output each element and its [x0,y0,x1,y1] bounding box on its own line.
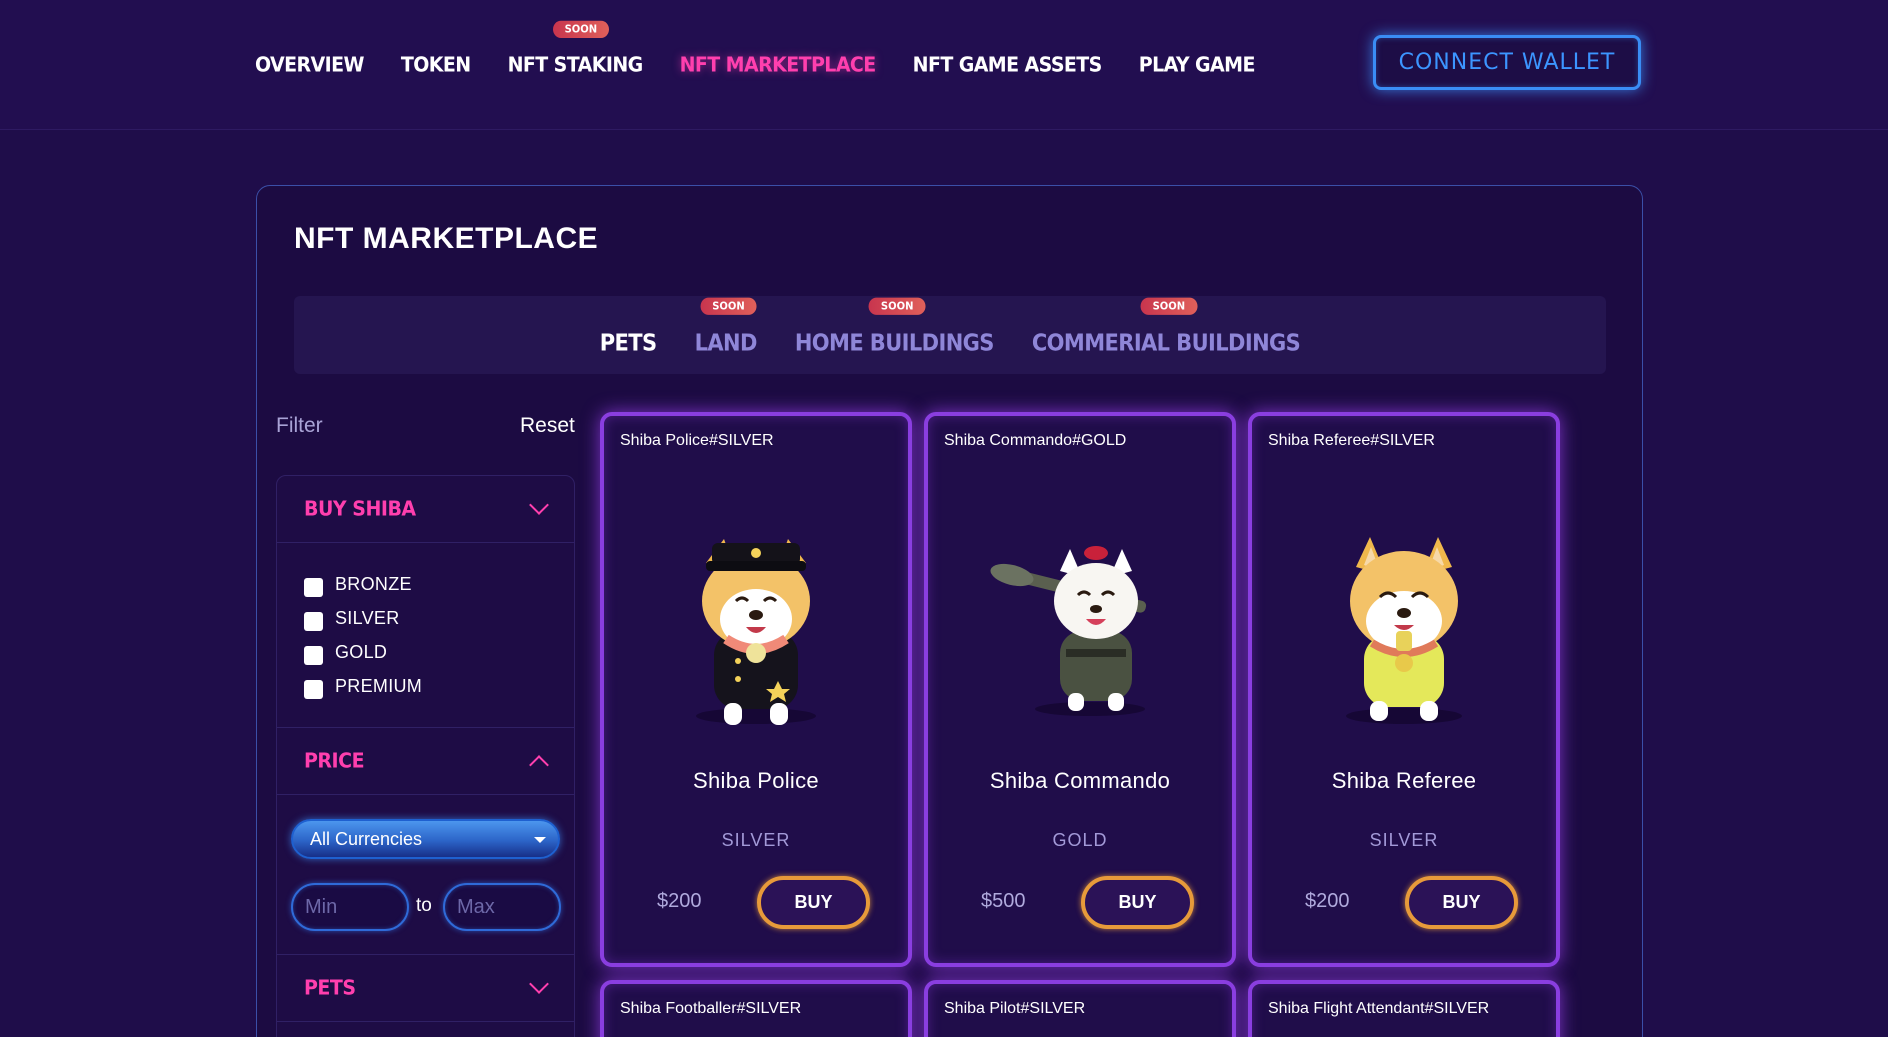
buy-button[interactable]: BUY [1405,876,1518,929]
currency-select[interactable]: All Currencies [291,819,560,859]
price-title: PRICE [304,749,365,773]
nav-token[interactable]: TOKEN [401,53,471,77]
nft-card[interactable]: Shiba Commando#GOLD Shiba Commando GOLD … [924,412,1236,967]
main-nav: OVERVIEW TOKEN NFT STAKING SOON NFT MARK… [255,20,1256,77]
pets-title: PETS [304,976,356,1000]
shiba-police-image [696,539,816,725]
soon-badge: SOON [700,297,757,315]
option-silver: SILVER [304,601,574,635]
option-gold: GOLD [304,635,574,669]
shiba-referee-image [1346,537,1462,724]
card-tier: GOLD [1052,830,1108,850]
nft-card[interactable]: Shiba Pilot#SILVER [924,980,1236,1037]
card-code: Shiba Footballer#SILVER [620,1000,802,1017]
to-label: to [416,895,432,916]
silver-checkbox[interactable] [304,611,323,631]
card-title: Shiba Commando [989,768,1171,793]
card-tier: SILVER [721,830,791,850]
buy-shiba-title: BUY SHIBA [304,497,416,521]
buy-button[interactable]: BUY [757,876,870,929]
shiba-commando-image [990,546,1147,716]
card-code: Shiba Police#SILVER [620,432,774,449]
tab-commercial-buildings[interactable]: COMMERIAL BUILDINGS SOON [1031,297,1301,356]
chevron-up-icon [529,755,549,775]
option-label: SILVER [335,607,400,628]
card-price: $200 [657,890,702,912]
nft-card[interactable]: Shiba Referee#SILVER Shiba Referee SILVE… [1248,412,1560,967]
category-tabs: PETS LAND SOON HOME BUILDINGS SOON COMME… [294,296,1606,374]
card-title: Shiba Referee [1331,768,1477,793]
filter-panel: BUY SHIBA BRONZE SILVER GOLD PREMIUM PRI… [276,475,575,1037]
bronze-checkbox[interactable] [304,577,323,597]
nav-nft-staking-label: NFT STAKING [507,53,644,77]
nav-overview[interactable]: OVERVIEW [255,53,364,77]
tab-land-label: LAND [694,330,758,356]
card-code: Shiba Pilot#SILVER [944,1000,1086,1017]
card-code: Shiba Referee#SILVER [1268,432,1435,449]
buy-shiba-section-header[interactable]: BUY SHIBA [277,476,574,543]
gold-checkbox[interactable] [304,645,323,665]
card-code: Shiba Commando#GOLD [944,432,1127,449]
nav-nft-marketplace[interactable]: NFT MARKETPLACE [680,53,877,77]
connect-wallet-button[interactable]: CONNECT WALLET [1373,35,1641,90]
card-price: $500 [981,890,1026,912]
soon-badge: SOON [868,297,926,315]
premium-checkbox[interactable] [304,679,323,699]
currency-select-value: All Currencies [310,828,423,849]
nft-card[interactable]: Shiba Police#SILVER Shiba Police SILVER … [600,412,912,967]
soon-badge: SOON [552,20,610,38]
price-min-input[interactable] [291,883,409,931]
tab-commercial-buildings-label: COMMERIAL BUILDINGS [1031,330,1301,356]
pets-section-header[interactable]: PETS [277,955,574,1022]
top-header: OVERVIEW TOKEN NFT STAKING SOON NFT MARK… [0,0,1888,130]
price-section-header[interactable]: PRICE [277,728,574,795]
option-bronze: BRONZE [304,567,574,601]
chevron-down-icon [529,974,549,994]
price-max-input[interactable] [443,883,561,931]
buy-button[interactable]: BUY [1081,876,1194,929]
buy-shiba-options: BRONZE SILVER GOLD PREMIUM [277,543,574,728]
card-tier: SILVER [1369,830,1439,850]
card-code: Shiba Flight Attendant#SILVER [1268,1000,1490,1017]
nav-play-game[interactable]: PLAY GAME [1139,53,1256,77]
price-filter-body: All Currencies to [277,795,574,955]
chevron-down-icon [529,495,549,515]
nav-nft-game-assets[interactable]: NFT GAME ASSETS [913,53,1103,77]
card-price: $200 [1305,890,1350,912]
filter-label: Filter [276,414,323,437]
card-title: Shiba Police [693,768,819,793]
option-label: BRONZE [335,573,412,594]
option-label: GOLD [335,641,388,662]
option-label: PREMIUM [335,675,423,696]
nft-card[interactable]: Shiba Flight Attendant#SILVER [1248,980,1560,1037]
nft-card[interactable]: Shiba Footballer#SILVER [600,980,912,1037]
reset-button[interactable]: Reset [520,414,575,438]
soon-badge: SOON [1140,297,1198,315]
tab-home-buildings-label: HOME BUILDINGS [794,330,995,356]
nav-nft-staking[interactable]: NFT STAKING SOON [507,20,644,77]
option-premium: PREMIUM [304,669,574,703]
tab-home-buildings[interactable]: HOME BUILDINGS SOON [794,297,995,356]
caret-down-icon [534,837,546,843]
tab-land[interactable]: LAND SOON [694,297,758,356]
tab-pets[interactable]: PETS [600,330,657,356]
page-title: NFT MARKETPLACE [294,222,599,255]
